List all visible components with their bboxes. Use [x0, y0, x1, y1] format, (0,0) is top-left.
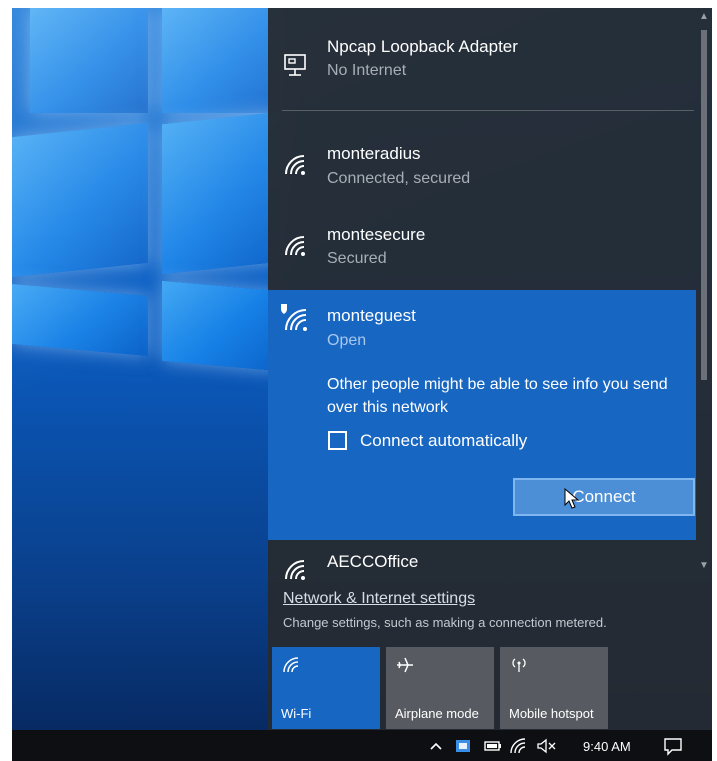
- wifi-icon: [283, 657, 299, 673]
- wifi-icon: [285, 155, 305, 175]
- airplane-mode-label: Airplane mode: [395, 706, 479, 721]
- wifi-icon: [285, 560, 305, 580]
- action-center-icon[interactable]: [663, 736, 683, 756]
- network-status: Open: [327, 332, 367, 349]
- network-item-npcap[interactable]: Npcap Loopback Adapter No Internet: [268, 8, 696, 108]
- scroll-thumb[interactable]: [701, 30, 707, 380]
- hotspot-icon: [512, 658, 526, 672]
- mouse-cursor-icon: [564, 488, 580, 509]
- defender-icon[interactable]: [454, 736, 472, 756]
- wifi-shield-icon: [281, 304, 307, 331]
- mobile-hotspot-tile[interactable]: Mobile hotspot: [500, 647, 608, 729]
- network-item-montesecure[interactable]: montesecure Secured: [268, 211, 696, 291]
- wifi-icon: [285, 236, 305, 256]
- wifi-tile[interactable]: Wi-Fi: [272, 647, 380, 729]
- connect-automatically-label[interactable]: Connect automatically: [360, 431, 527, 451]
- mobile-hotspot-label: Mobile hotspot: [509, 706, 594, 721]
- scroll-up-icon[interactable]: ▲: [699, 11, 709, 22]
- network-status: Connected, secured: [327, 170, 471, 187]
- network-status: Secured: [327, 250, 387, 267]
- wifi-icon[interactable]: [509, 736, 527, 756]
- network-name: monteguest: [327, 306, 416, 325]
- network-name: montesecure: [327, 225, 426, 244]
- network-settings-link[interactable]: Network & Internet settings: [283, 590, 475, 608]
- network-item-aeccoffice[interactable]: AECCOffice: [268, 540, 696, 585]
- volume-muted-icon[interactable]: [536, 736, 558, 756]
- open-network-warning: Other people might be able to see info y…: [327, 376, 668, 416]
- network-status: No Internet: [327, 62, 407, 79]
- taskbar-clock[interactable]: 9:40 AM: [583, 739, 631, 754]
- wifi-tile-label: Wi-Fi: [281, 706, 312, 721]
- network-name: Npcap Loopback Adapter: [327, 37, 518, 56]
- chevron-up-icon[interactable]: [429, 736, 443, 756]
- network-settings-description: Change settings, such as making a connec…: [283, 615, 607, 630]
- battery-icon[interactable]: [484, 736, 502, 756]
- airplane-icon: [397, 657, 413, 673]
- scroll-down-icon[interactable]: ▼: [699, 560, 709, 571]
- network-item-monteradius[interactable]: monteradius Connected, secured: [268, 130, 696, 210]
- airplane-mode-tile[interactable]: Airplane mode: [386, 647, 494, 729]
- divider: [282, 110, 694, 111]
- connect-automatically-checkbox[interactable]: [328, 431, 347, 450]
- network-item-monteguest[interactable]: monteguest Open Other people might be ab…: [268, 290, 696, 540]
- connect-button[interactable]: Connect: [513, 478, 695, 516]
- ethernet-icon: [284, 54, 306, 76]
- taskbar: 9:40 AM: [12, 730, 712, 761]
- network-flyout: Npcap Loopback Adapter No Internet monte…: [268, 8, 712, 730]
- network-name: monteradius: [327, 144, 421, 163]
- network-list-scrollbar[interactable]: ▲ ▼: [696, 8, 712, 578]
- network-name: AECCOffice: [327, 552, 419, 571]
